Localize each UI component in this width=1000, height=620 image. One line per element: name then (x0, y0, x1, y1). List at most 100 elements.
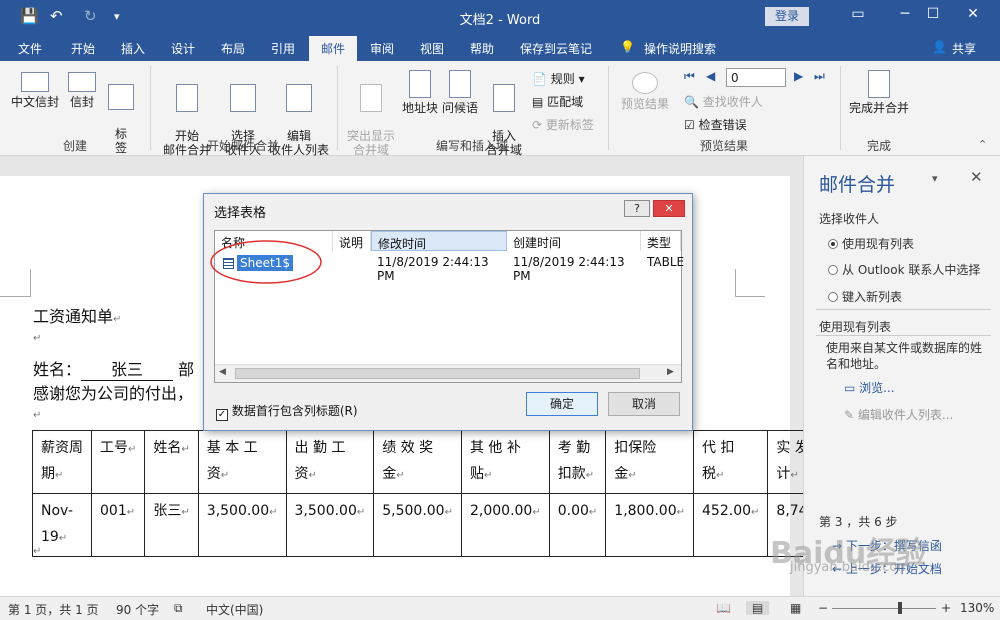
share-button[interactable]: 共享 (952, 40, 976, 60)
record-number-input[interactable]: 0 (726, 68, 786, 87)
find-recipient-button[interactable]: 🔍 查找收件人 (684, 93, 763, 110)
checkbox-icon[interactable]: ✓ (216, 409, 228, 421)
table-cell[interactable]: 3,500.00↵ (197, 493, 287, 557)
scrollbar-thumb[interactable] (235, 368, 640, 379)
pane-title: 邮件合并 (819, 174, 896, 196)
first-record-icon[interactable]: ⏮ (684, 69, 695, 84)
column-header[interactable]: 修改时间 (371, 231, 507, 251)
zoom-level[interactable]: 130% (960, 601, 994, 615)
word-count[interactable]: 90 个字 (116, 601, 159, 618)
zoom-slider[interactable] (832, 608, 936, 609)
table-cell[interactable]: 2,000.00↵ (460, 493, 550, 557)
ribbon-options-icon[interactable]: ▭ (835, 6, 881, 22)
tab-cloud-note[interactable]: 保存到云笔记 (520, 40, 592, 60)
table-cell[interactable]: 扣保险 金↵ (605, 430, 695, 494)
print-layout-icon[interactable]: ▤ (746, 601, 770, 615)
web-layout-icon[interactable]: ▦ (790, 601, 801, 615)
lightbulb-icon: 💡 (620, 40, 635, 54)
collapse-ribbon-icon[interactable]: ⌃ (978, 138, 987, 151)
cancel-button[interactable]: 取消 (608, 392, 680, 416)
tab-insert[interactable]: 插入 (121, 40, 145, 60)
table-cell[interactable]: 452.00↵ (693, 493, 769, 557)
horizontal-scrollbar[interactable]: ◀ ▶ (215, 364, 681, 382)
greeting-line-button[interactable]: 问候语 (440, 70, 480, 115)
browse-link[interactable]: ▭ 浏览... (844, 379, 895, 396)
table-cell[interactable]: 出 勤 工资↵ (285, 430, 375, 494)
last-record-icon[interactable]: ⏭ (814, 69, 825, 84)
update-labels-label: 更新标签 (545, 118, 594, 132)
page-count[interactable]: 第 1 页，共 1 页 (8, 601, 99, 618)
scroll-left-icon[interactable]: ◀ (219, 367, 226, 377)
document-icon (176, 84, 198, 112)
tab-view[interactable]: 视图 (420, 40, 444, 60)
status-bar: 第 1 页，共 1 页 90 个字 ⧉ 中文(中国) 📖 ▤ ▦ − + 130… (0, 596, 1000, 620)
pane-menu-icon[interactable]: ▾ (932, 172, 938, 185)
preview-results-button[interactable]: 预览结果 (616, 72, 674, 111)
update-labels-button[interactable]: ⟳ 更新标签 (532, 116, 594, 133)
table-cell[interactable]: 工号↵ (90, 430, 146, 494)
radio-existing-list[interactable]: 使用现有列表 (828, 235, 914, 252)
check-errors-button[interactable]: ☑ 检查错误 (684, 116, 747, 133)
close-icon[interactable]: ✕ (950, 6, 996, 22)
column-header[interactable]: 创建时间 (507, 231, 641, 251)
tab-file[interactable]: 文件 (18, 40, 42, 60)
chinese-envelope-button[interactable]: 中文信封 (8, 72, 62, 109)
table-type: TABLE (647, 255, 685, 269)
match-fields-button[interactable]: ▤ 匹配域 (532, 93, 583, 110)
finish-merge-icon (868, 70, 890, 98)
tab-help[interactable]: 帮助 (470, 40, 494, 60)
zoom-out-icon[interactable]: − (818, 601, 828, 615)
scroll-right-icon[interactable]: ▶ (667, 367, 674, 377)
table-cell[interactable]: 绩 效 奖金↵ (373, 430, 462, 494)
radio-outlook-contacts[interactable]: 从 Outlook 联系人中选择 (828, 261, 980, 278)
zoom-in-icon[interactable]: + (941, 601, 951, 615)
table-cell[interactable]: 张三↵ (144, 493, 199, 557)
tab-home[interactable]: 开始 (71, 40, 95, 60)
tab-mailings[interactable]: 邮件 (309, 36, 357, 61)
edit-icon: ✎ (844, 408, 855, 422)
table-cell[interactable]: 姓名↵ (144, 430, 199, 494)
header-row-checkbox[interactable]: ✓ 数据首行包含列标题(R) (216, 402, 358, 421)
table-cell[interactable]: 代 扣税↵ (693, 430, 769, 494)
match-fields-label: 匹配域 (547, 95, 584, 109)
tab-review[interactable]: 审阅 (370, 40, 394, 60)
dialog-close-button[interactable]: ✕ (653, 200, 685, 217)
tab-design[interactable]: 设计 (171, 40, 195, 60)
zoom-slider-thumb[interactable] (897, 602, 902, 614)
column-header[interactable]: 说明 (333, 231, 371, 251)
group-preview-label: 预览结果 (699, 139, 748, 153)
rules-button[interactable]: 📄 规则 ▾ (532, 70, 585, 87)
table-cell[interactable]: 3,500.00↵ (285, 493, 375, 557)
table-cell[interactable]: 其 他 补贴↵ (460, 430, 550, 494)
help-button[interactable]: ? (624, 200, 650, 217)
read-mode-icon[interactable]: 📖 (716, 601, 731, 615)
tab-references[interactable]: 引用 (271, 40, 295, 60)
table-cell[interactable]: 考 勤扣款↵ (548, 430, 607, 494)
table-cell[interactable]: 1,800.00↵ (605, 493, 695, 557)
table-cell[interactable]: 薪资周 期↵ (32, 430, 92, 494)
highlight-icon (360, 84, 382, 112)
edit-recipient-list-link[interactable]: ✎ 编辑收件人列表... (844, 406, 953, 423)
finish-merge-button[interactable]: 完成并合并 (846, 70, 912, 115)
pane-close-icon[interactable]: ✕ (970, 168, 983, 186)
table-cell[interactable]: 0.00↵ (548, 493, 607, 557)
tab-layout[interactable]: 布局 (221, 40, 245, 60)
table-cell[interactable]: 001↵ (90, 493, 146, 557)
prev-record-icon[interactable]: ◀ (706, 69, 715, 83)
address-block-button[interactable]: 地址块 (400, 70, 440, 115)
dialog-title: 选择表格 (214, 206, 267, 221)
existing-list-description: 使用来自某文件或数据库的姓名和地址。 (826, 341, 983, 371)
envelope-button[interactable]: 信封 (66, 72, 98, 109)
proofing-icon[interactable]: ⧉ (174, 601, 183, 616)
login-button[interactable]: 登录 (765, 7, 809, 26)
table-cell[interactable]: 5,500.00↵ (373, 493, 462, 557)
next-record-icon[interactable]: ▶ (794, 69, 803, 83)
address-block-icon (409, 70, 431, 98)
language[interactable]: 中文(中国) (206, 601, 263, 618)
envelope-icon (68, 72, 96, 92)
column-header[interactable]: 类型 (641, 231, 681, 251)
tell-me-search[interactable]: 操作说明搜索 (644, 40, 716, 60)
ok-button[interactable]: 确定 (526, 392, 598, 416)
radio-new-list[interactable]: 键入新列表 (828, 288, 902, 305)
table-cell[interactable]: 基 本 工资↵ (197, 430, 287, 494)
